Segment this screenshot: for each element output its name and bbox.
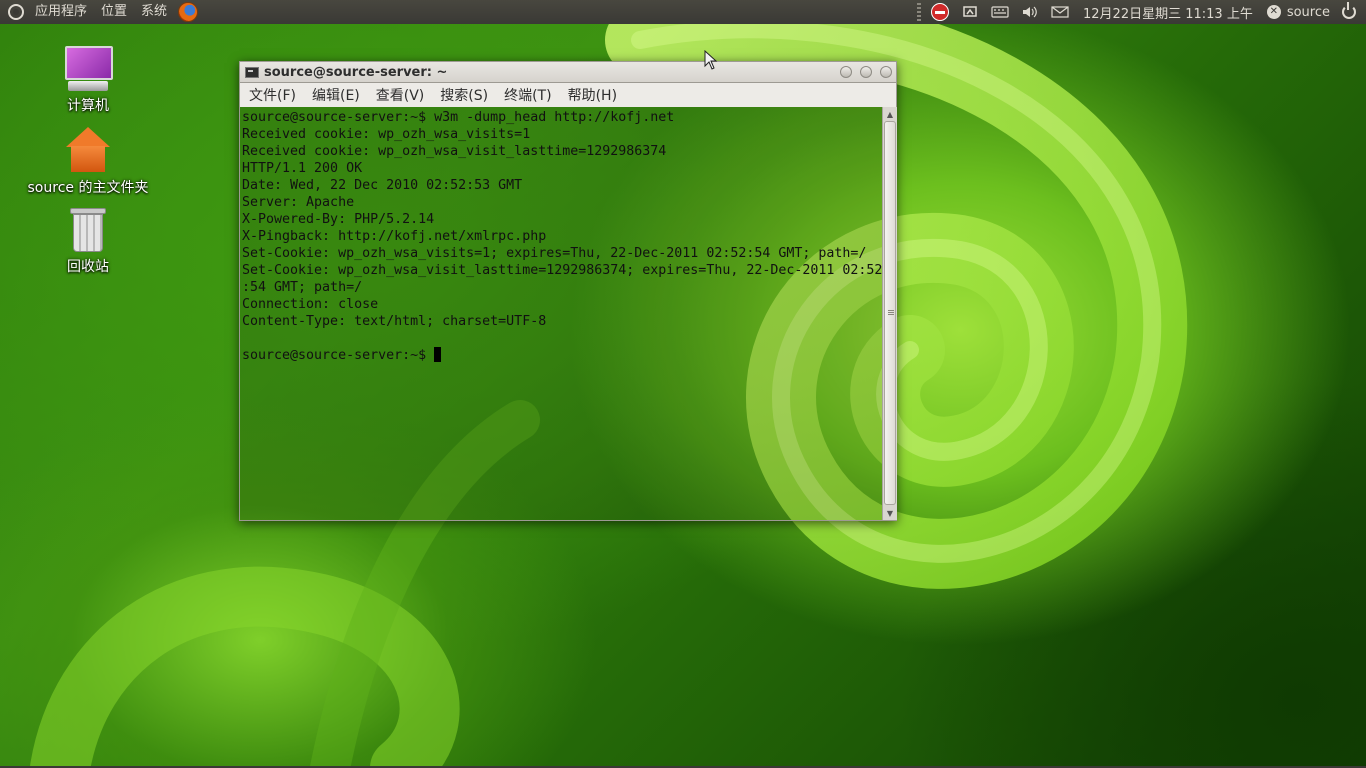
window-title: source@source-server: ~ <box>264 64 448 80</box>
terminal-scrollbar[interactable]: ▲ ▼ <box>882 107 897 520</box>
volume-icon[interactable] <box>1020 2 1040 22</box>
menu-help[interactable]: 帮助(H) <box>560 85 625 105</box>
minimize-button[interactable] <box>840 66 852 78</box>
user-status-icon: ✕ <box>1266 5 1281 19</box>
network-icon[interactable] <box>960 2 980 22</box>
firefox-launcher-icon[interactable] <box>178 2 199 22</box>
terminal-prompt: source@source-server:~$ <box>242 348 435 363</box>
menu-system[interactable]: 系统 <box>134 0 174 24</box>
close-button[interactable] <box>880 66 892 78</box>
text-cursor <box>434 347 442 362</box>
mouse-pointer-icon <box>704 50 718 70</box>
terminal-line: Received cookie: wp_ozh_wsa_visit_lastti… <box>242 144 667 159</box>
terminal-line: X-Pingback: http://kofj.net/xmlrpc.php <box>242 229 547 244</box>
ubuntu-logo-icon[interactable] <box>8 4 24 20</box>
no-entry-icon[interactable] <box>930 2 950 22</box>
home-folder-icon <box>64 127 112 175</box>
clock[interactable]: 12月22日星期三 11:13 上午 <box>1075 3 1261 22</box>
terminal-menubar: 文件(F) 编辑(E) 查看(V) 搜索(S) 终端(T) 帮助(H) <box>239 83 897 107</box>
terminal-text: source@source-server:~$ w3m -dump_head h… <box>242 109 882 364</box>
terminal-line: source@source-server:~$ w3m -dump_head h… <box>242 110 675 125</box>
terminal-line: Date: Wed, 22 Dec 2010 02:52:53 GMT <box>242 178 523 193</box>
scrollbar-thumb[interactable] <box>884 121 896 505</box>
menu-terminal[interactable]: 终端(T) <box>496 85 559 105</box>
terminal-line: :54 GMT; path=/ <box>242 280 363 295</box>
menu-applications[interactable]: 应用程序 <box>28 0 94 24</box>
terminal-icon <box>245 66 259 78</box>
terminal-line: Set-Cookie: wp_ozh_wsa_visits=1; expires… <box>242 246 867 261</box>
mail-icon[interactable] <box>1050 2 1070 22</box>
menu-places[interactable]: 位置 <box>94 0 134 24</box>
terminal-line: Server: Apache <box>242 195 355 210</box>
desktop: 应用程序 位置 系统 12月22日星期三 11:13 上午 ✕ source 计… <box>0 0 1366 768</box>
menu-file[interactable]: 文件(F) <box>240 85 304 105</box>
user-name-label: source <box>1286 4 1330 20</box>
terminal-line: Content-Type: text/html; charset=UTF-8 <box>242 314 547 329</box>
desktop-icon-trash[interactable]: 回收站 <box>13 206 163 276</box>
computer-icon <box>64 45 113 93</box>
keyboard-icon[interactable] <box>990 2 1010 22</box>
menu-edit[interactable]: 编辑(E) <box>304 85 368 105</box>
terminal-output[interactable]: source@source-server:~$ w3m -dump_head h… <box>239 107 897 521</box>
panel-handle[interactable] <box>917 3 921 21</box>
menu-search[interactable]: 搜索(S) <box>432 85 496 105</box>
terminal-line: Received cookie: wp_ozh_wsa_visits=1 <box>242 127 531 142</box>
maximize-button[interactable] <box>860 66 872 78</box>
desktop-icon-label: source 的主文件夹 <box>27 180 149 196</box>
desktop-icon-home[interactable]: source 的主文件夹 <box>13 127 163 197</box>
scroll-up-arrow-icon[interactable]: ▲ <box>883 108 897 120</box>
terminal-window[interactable]: source@source-server: ~ 文件(F) 编辑(E) 查看(V… <box>239 61 897 521</box>
desktop-icon-computer[interactable]: 计算机 <box>13 45 163 115</box>
terminal-line: X-Powered-By: PHP/5.2.14 <box>242 212 435 227</box>
power-icon[interactable] <box>1342 2 1356 19</box>
desktop-icon-label: 计算机 <box>67 98 109 114</box>
terminal-titlebar[interactable]: source@source-server: ~ <box>239 61 897 83</box>
user-menu[interactable]: ✕ source <box>1261 5 1336 20</box>
scroll-down-arrow-icon[interactable]: ▼ <box>883 507 897 519</box>
terminal-line: Connection: close <box>242 297 379 312</box>
terminal-line: Set-Cookie: wp_ozh_wsa_visit_lasttime=12… <box>242 263 883 278</box>
trash-icon <box>64 206 112 254</box>
terminal-line: HTTP/1.1 200 OK <box>242 161 363 176</box>
menu-view[interactable]: 查看(V) <box>368 85 433 105</box>
desktop-icon-label: 回收站 <box>67 259 109 275</box>
top-panel: 应用程序 位置 系统 12月22日星期三 11:13 上午 ✕ source <box>0 0 1366 24</box>
